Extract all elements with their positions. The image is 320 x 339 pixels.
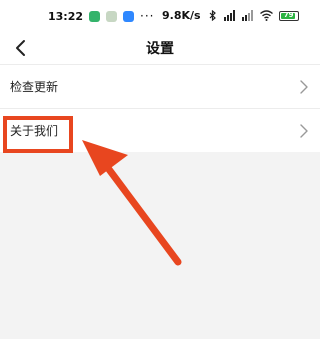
header-bar: 设置 bbox=[0, 32, 320, 64]
chevron-right-icon bbox=[300, 124, 308, 138]
battery-level: 79 bbox=[283, 10, 294, 19]
battery-icon: 79 bbox=[278, 10, 299, 21]
network-speed: 9.8K/s bbox=[162, 9, 201, 22]
app-gray-icon bbox=[106, 10, 118, 22]
app-blue-icon bbox=[123, 10, 135, 22]
page-title: 设置 bbox=[146, 41, 174, 57]
status-bar-right: 9.8K/s 79 bbox=[162, 9, 299, 22]
status-time: 13:22 bbox=[48, 9, 84, 23]
status-bar: 13:22 ··· 9.8K/s 79 bbox=[0, 0, 320, 32]
settings-item-label: 检查更新 bbox=[10, 80, 59, 94]
more-notifications-icon: ··· bbox=[140, 9, 155, 23]
highlight-box bbox=[3, 116, 73, 153]
wifi-icon bbox=[259, 10, 273, 21]
status-bar-left: 13:22 ··· bbox=[48, 9, 154, 23]
chevron-right-icon bbox=[300, 80, 308, 94]
bluetooth-icon bbox=[209, 10, 216, 21]
app-green-icon bbox=[89, 10, 101, 22]
settings-item-check-update[interactable]: 检查更新 bbox=[0, 64, 320, 108]
signal-2-icon bbox=[241, 10, 253, 21]
signal-icon bbox=[223, 10, 235, 21]
